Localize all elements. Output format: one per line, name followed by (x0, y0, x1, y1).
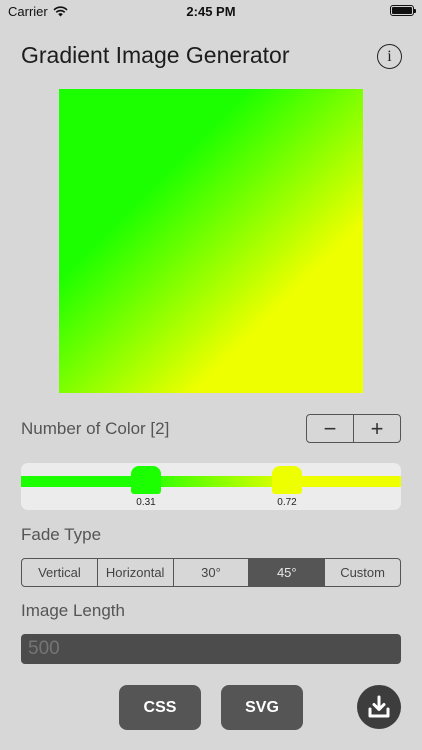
color-stop-slider[interactable]: 0.31 0.72 (21, 463, 401, 510)
status-time: 2:45 PM (186, 4, 236, 19)
gradient-track (21, 476, 401, 487)
color-stop-value-1: 0.31 (136, 497, 156, 508)
download-button[interactable] (357, 685, 401, 729)
fade-type-selector[interactable]: Vertical Horizontal 30° 45° Custom (21, 558, 401, 587)
gradient-preview (59, 89, 363, 393)
status-bar: Carrier 2:45 PM (0, 0, 422, 22)
fade-type-label: Fade Type (21, 525, 102, 544)
decrease-button[interactable]: − (307, 415, 354, 442)
color-stop-handle-2[interactable] (272, 466, 302, 494)
download-icon (368, 695, 390, 718)
page-title: Gradient Image Generator (21, 42, 290, 68)
svg-button[interactable]: SVG (221, 685, 303, 730)
color-stop-handle-1[interactable] (131, 466, 161, 494)
increase-button[interactable]: + (354, 415, 400, 442)
image-length-input[interactable] (21, 634, 401, 664)
battery-icon (390, 5, 416, 16)
fade-option-custom[interactable]: Custom (325, 559, 400, 586)
color-count-stepper[interactable]: − + (306, 414, 401, 443)
css-button[interactable]: CSS (119, 685, 201, 730)
fade-option-45[interactable]: 45° (249, 559, 326, 586)
color-stop-value-2: 0.72 (277, 497, 297, 508)
fade-option-vertical[interactable]: Vertical (22, 559, 98, 586)
fade-option-horizontal[interactable]: Horizontal (98, 559, 174, 586)
info-icon: i (387, 47, 392, 65)
image-length-label: Image Length (21, 601, 125, 620)
number-of-color-label: Number of Color [2] (21, 419, 170, 438)
fade-option-30[interactable]: 30° (174, 559, 250, 586)
info-button[interactable]: i (377, 44, 402, 69)
